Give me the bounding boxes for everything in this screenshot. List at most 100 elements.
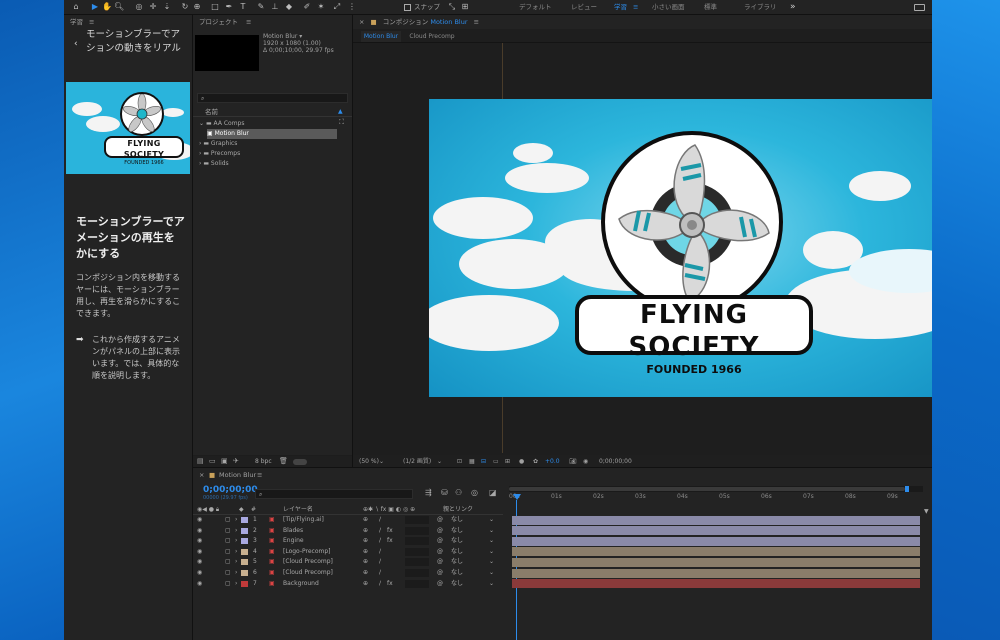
snap-options-icon[interactable]: ⤡ — [447, 1, 457, 13]
switch-boxes[interactable] — [405, 579, 429, 588]
eye-icon[interactable]: ◉ — [197, 568, 202, 578]
puppet-tool-icon[interactable]: ✶ — [316, 1, 326, 13]
bit-depth-label[interactable]: 8 bpc — [255, 458, 272, 465]
lock-switch[interactable]: ▢ — [225, 568, 231, 578]
home-icon[interactable]: ⌂ — [70, 1, 82, 13]
layer-name[interactable]: [Tip/Flying.ai] — [283, 515, 324, 525]
comp-tab-motion-blur[interactable]: Motion Blur — [361, 31, 401, 42]
eye-icon[interactable]: ◉ — [197, 536, 202, 546]
eye-icon[interactable]: ◉ — [197, 515, 202, 525]
zoom-tool-icon[interactable]: 🔍︎ — [114, 1, 124, 13]
label-color-swatch[interactable] — [241, 570, 248, 576]
chevron-down-icon[interactable]: ⌄ — [489, 579, 494, 589]
panel-divider[interactable] — [352, 15, 353, 468]
interpret-footage-icon[interactable]: ▤ — [197, 457, 204, 465]
comp-mini-flowchart-icon[interactable]: ⇶ — [425, 488, 432, 497]
layer-duration-bar[interactable] — [512, 526, 920, 536]
project-scroll-handle[interactable] — [293, 459, 307, 465]
lock-switch[interactable]: ▢ — [225, 536, 231, 546]
workspace-default[interactable]: デフォルト — [519, 2, 552, 13]
selection-tool-icon[interactable]: ▶ — [90, 1, 100, 13]
panel-menu-icon[interactable]: ≡ — [474, 18, 479, 26]
time-ruler[interactable]: 00s 01s 02s 03s 04s 05s 06s 07s 08s 09s — [509, 493, 923, 505]
layer-duration-bar[interactable] — [512, 557, 920, 567]
pickwhip-icon[interactable]: @ — [437, 579, 443, 589]
workspace-overflow-button[interactable]: » — [790, 2, 796, 13]
rectangle-tool-icon[interactable]: □ — [210, 1, 220, 13]
project-folder-precomps[interactable]: › ▬ Precomps — [199, 149, 240, 159]
project-search-input[interactable]: ⌕ — [197, 93, 348, 103]
timeline-tab[interactable]: Motion Blur — [219, 468, 256, 482]
project-folder-aa-comps[interactable]: ⌄ ▬ AA Comps — [199, 119, 244, 129]
lock-switch[interactable]: ▢ — [225, 557, 231, 567]
playhead-handle[interactable] — [513, 494, 521, 500]
parent-dropdown[interactable]: なし — [451, 568, 463, 578]
pickwhip-icon[interactable]: @ — [437, 557, 443, 567]
fx-switch-icon[interactable]: fx — [387, 536, 393, 546]
layer-duration-bar[interactable] — [512, 547, 920, 557]
quality-switch-icon[interactable]: ∕ — [379, 579, 381, 589]
pickwhip-icon[interactable]: @ — [437, 568, 443, 578]
shy-layers-icon[interactable]: ⚇ — [455, 488, 462, 497]
fx-switch-icon[interactable]: fx — [387, 526, 393, 536]
parent-dropdown[interactable]: なし — [451, 579, 463, 589]
shy-switch-icon[interactable]: ⊕ — [363, 515, 368, 525]
lock-switch[interactable]: ▢ — [225, 579, 231, 589]
shy-switch-icon[interactable]: ⊕ — [363, 579, 368, 589]
pickwhip-icon[interactable]: @ — [437, 515, 443, 525]
parent-dropdown[interactable]: なし — [451, 547, 463, 557]
layer-row[interactable]: ◉ ▢ › 6 ▣ [Cloud Precomp] ⊕ ∕ @ なし ⌄ — [193, 568, 503, 578]
timeline-nav-icon[interactable]: ▼ — [924, 508, 929, 515]
project-folder-graphics[interactable]: › ▬ Graphics — [199, 139, 237, 149]
parent-dropdown[interactable]: なし — [451, 557, 463, 567]
flowchart-icon[interactable]: ⛶ — [339, 118, 344, 127]
layer-name[interactable]: [Cloud Precomp] — [283, 568, 333, 578]
layer-duration-bar[interactable] — [512, 568, 920, 578]
quality-switch-icon[interactable]: ∕ — [379, 568, 381, 578]
disclosure-closed-icon[interactable]: › — [199, 140, 201, 147]
work-area-bar[interactable] — [509, 487, 905, 491]
switch-boxes[interactable] — [405, 526, 429, 535]
workspace-standard[interactable]: 標準 — [704, 2, 717, 13]
orbit-tool-icon[interactable]: ◎ — [134, 1, 144, 13]
expand-chevron-icon[interactable]: › — [235, 547, 237, 557]
clone-stamp-tool-icon[interactable]: ⊥ — [270, 1, 280, 13]
parent-column-label[interactable]: 親とリンク — [443, 505, 473, 515]
type-tool-icon[interactable]: T — [238, 1, 248, 13]
expand-chevron-icon[interactable]: › — [235, 536, 237, 546]
label-color-swatch[interactable] — [241, 538, 248, 545]
switch-boxes[interactable] — [405, 547, 429, 556]
align-icon[interactable]: ⤢ — [332, 1, 342, 13]
eye-icon[interactable]: ◉ — [197, 547, 202, 557]
roto-brush-tool-icon[interactable]: ✐ — [302, 1, 312, 13]
disclosure-open-icon[interactable]: ⌄ — [199, 120, 204, 127]
switch-boxes[interactable] — [405, 569, 429, 577]
timeline-search-input[interactable]: ⌕ — [255, 489, 413, 499]
close-icon[interactable]: × — [199, 468, 204, 482]
back-chevron-icon[interactable]: ‹ — [74, 39, 78, 49]
chevron-down-icon[interactable]: ⌄ — [489, 557, 494, 567]
eye-icon[interactable]: ◉ — [197, 526, 202, 536]
switch-boxes[interactable] — [405, 516, 429, 524]
project-item-motion-blur[interactable]: ▣ Motion Blur — [207, 129, 337, 139]
pen-tool-icon[interactable]: ✒ — [224, 1, 234, 13]
layer-row[interactable]: ◉ ▢ › 2 ▣ Blades ⊕ ∕ fx @ なし ⌄ — [193, 526, 503, 536]
snapping-menu-icon[interactable]: ⋮ — [347, 1, 357, 13]
layer-name[interactable]: Background — [283, 579, 319, 589]
shy-switch-icon[interactable]: ⊕ — [363, 568, 368, 578]
dolly-tool-icon[interactable]: ⇣ — [162, 1, 172, 13]
parent-dropdown[interactable]: なし — [451, 536, 463, 546]
fx-switch-icon[interactable]: fx — [387, 579, 393, 589]
layer-name[interactable]: [Logo-Precomp] — [283, 547, 331, 557]
close-icon[interactable]: × — [359, 18, 364, 26]
pickwhip-icon[interactable]: @ — [437, 547, 443, 557]
workspace-menu-icon[interactable]: ≡ — [633, 2, 638, 13]
brush-tool-icon[interactable]: ✎ — [256, 1, 266, 13]
eraser-tool-icon[interactable]: ◆ — [284, 1, 294, 13]
project-folder-solids[interactable]: › ▬ Solids — [199, 159, 229, 169]
label-column-icon[interactable]: ◆ — [239, 505, 244, 515]
name-column-label[interactable]: 名前 — [205, 107, 218, 117]
shy-switch-icon[interactable]: ⊕ — [363, 536, 368, 546]
expand-chevron-icon[interactable]: › — [235, 557, 237, 567]
search-help-icon[interactable] — [914, 4, 925, 11]
